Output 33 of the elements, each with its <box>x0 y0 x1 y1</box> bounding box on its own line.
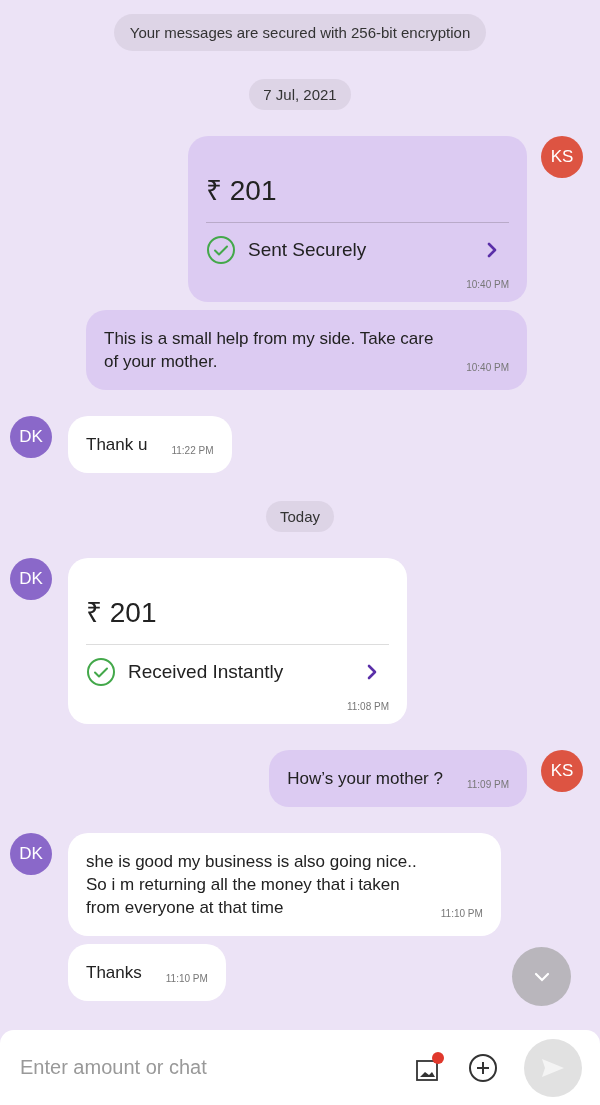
message-text: This is a small help from my side. Take care of your mother. <box>104 328 435 373</box>
message-text: she is good my business is also going nice.. So i m returning all the money that i taken from everyone at that time <box>86 851 417 919</box>
check-circle-icon <box>86 657 116 687</box>
encryption-notice: Your messages are secured with 256-bit encryption <box>113 14 487 51</box>
status-text: Received Instantly <box>128 661 285 683</box>
avatar: DK <box>10 416 52 458</box>
avatar: DK <box>10 558 52 600</box>
chevron-down-icon <box>533 971 550 982</box>
message-time: 11:10 PM <box>165 973 208 984</box>
check-circle-icon <box>206 235 236 265</box>
status-text: Sent Securely <box>248 239 368 261</box>
message-time: 11:09 PM <box>466 779 509 790</box>
avatar: KS <box>541 750 583 792</box>
avatar: KS <box>541 136 583 178</box>
message-text: How’s your mother ? <box>287 768 443 790</box>
add-icon[interactable] <box>468 1052 498 1083</box>
chevron-right-icon <box>487 242 497 258</box>
message-time: 11:10 PM <box>440 908 483 919</box>
date-separator: 7 Jul, 2021 <box>249 79 351 110</box>
amount-text: ₹ 201 <box>206 174 278 208</box>
message-time: 11:08 PM <box>346 701 389 712</box>
message-time: 10:40 PM <box>466 279 509 290</box>
chevron-right-icon <box>367 664 377 680</box>
payment-card[interactable]: ₹ 201 Received Instantly 11:08 PM <box>68 558 407 724</box>
date-separator: Today <box>266 501 334 532</box>
message-text: Thank u <box>86 434 148 456</box>
amount-text: ₹ 201 <box>86 596 158 630</box>
message-time: 11:22 PM <box>171 445 214 456</box>
message-text: Thanks <box>86 962 142 984</box>
avatar: DK <box>10 833 52 875</box>
payment-card[interactable]: ₹ 201 Sent Securely 10:40 PM <box>188 136 527 302</box>
gallery-icon[interactable] <box>416 1060 438 1081</box>
message-time: 10:40 PM <box>466 362 509 373</box>
